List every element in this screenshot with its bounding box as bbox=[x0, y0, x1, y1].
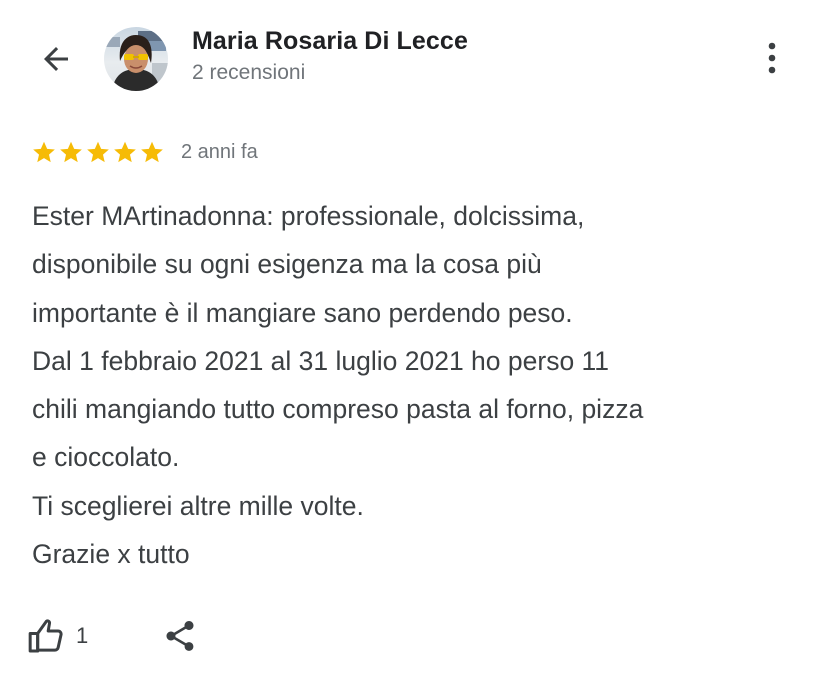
star-rating bbox=[31, 139, 166, 165]
review-line: Dal 1 febbraio 2021 al 31 luglio 2021 ho… bbox=[32, 345, 610, 376]
share-button[interactable] bbox=[156, 612, 204, 660]
review-count[interactable]: 2 recensioni bbox=[192, 61, 305, 85]
review-age: 2 anni fa bbox=[181, 140, 258, 163]
more-vertical-icon bbox=[768, 42, 776, 74]
back-button[interactable] bbox=[28, 34, 84, 84]
author-name[interactable]: Maria Rosaria Di Lecce bbox=[192, 27, 468, 56]
thumbs-up-icon bbox=[28, 619, 63, 653]
like-button[interactable]: 1 bbox=[26, 612, 88, 660]
review-line: Grazie x tutto bbox=[32, 539, 190, 570]
arrow-left-icon bbox=[44, 47, 68, 71]
star-icon bbox=[141, 141, 163, 163]
rating-row: 2 anni fa bbox=[31, 136, 258, 168]
star-icon bbox=[33, 141, 55, 163]
star-icon bbox=[87, 141, 109, 163]
review-line: e cioccolato. bbox=[32, 442, 180, 473]
avatar[interactable] bbox=[104, 27, 168, 91]
review-text: Ester MArtinadonna: professionale, dolci… bbox=[32, 192, 807, 578]
more-options-button[interactable] bbox=[748, 33, 796, 83]
like-count: 1 bbox=[76, 623, 89, 648]
review-line: Ti sceglierei altre mille volte. bbox=[32, 490, 364, 521]
review-line: disponibile su ogni esigenza ma la cosa … bbox=[32, 249, 542, 280]
review-line: Ester MArtinadonna: professionale, dolci… bbox=[32, 201, 585, 231]
review-line: chili mangiando tutto compreso pasta al … bbox=[32, 394, 644, 425]
star-icon bbox=[60, 141, 82, 163]
share-icon bbox=[166, 621, 194, 651]
star-icon bbox=[114, 141, 136, 163]
review-line: importante è il mangiare sano perdendo p… bbox=[32, 297, 573, 328]
